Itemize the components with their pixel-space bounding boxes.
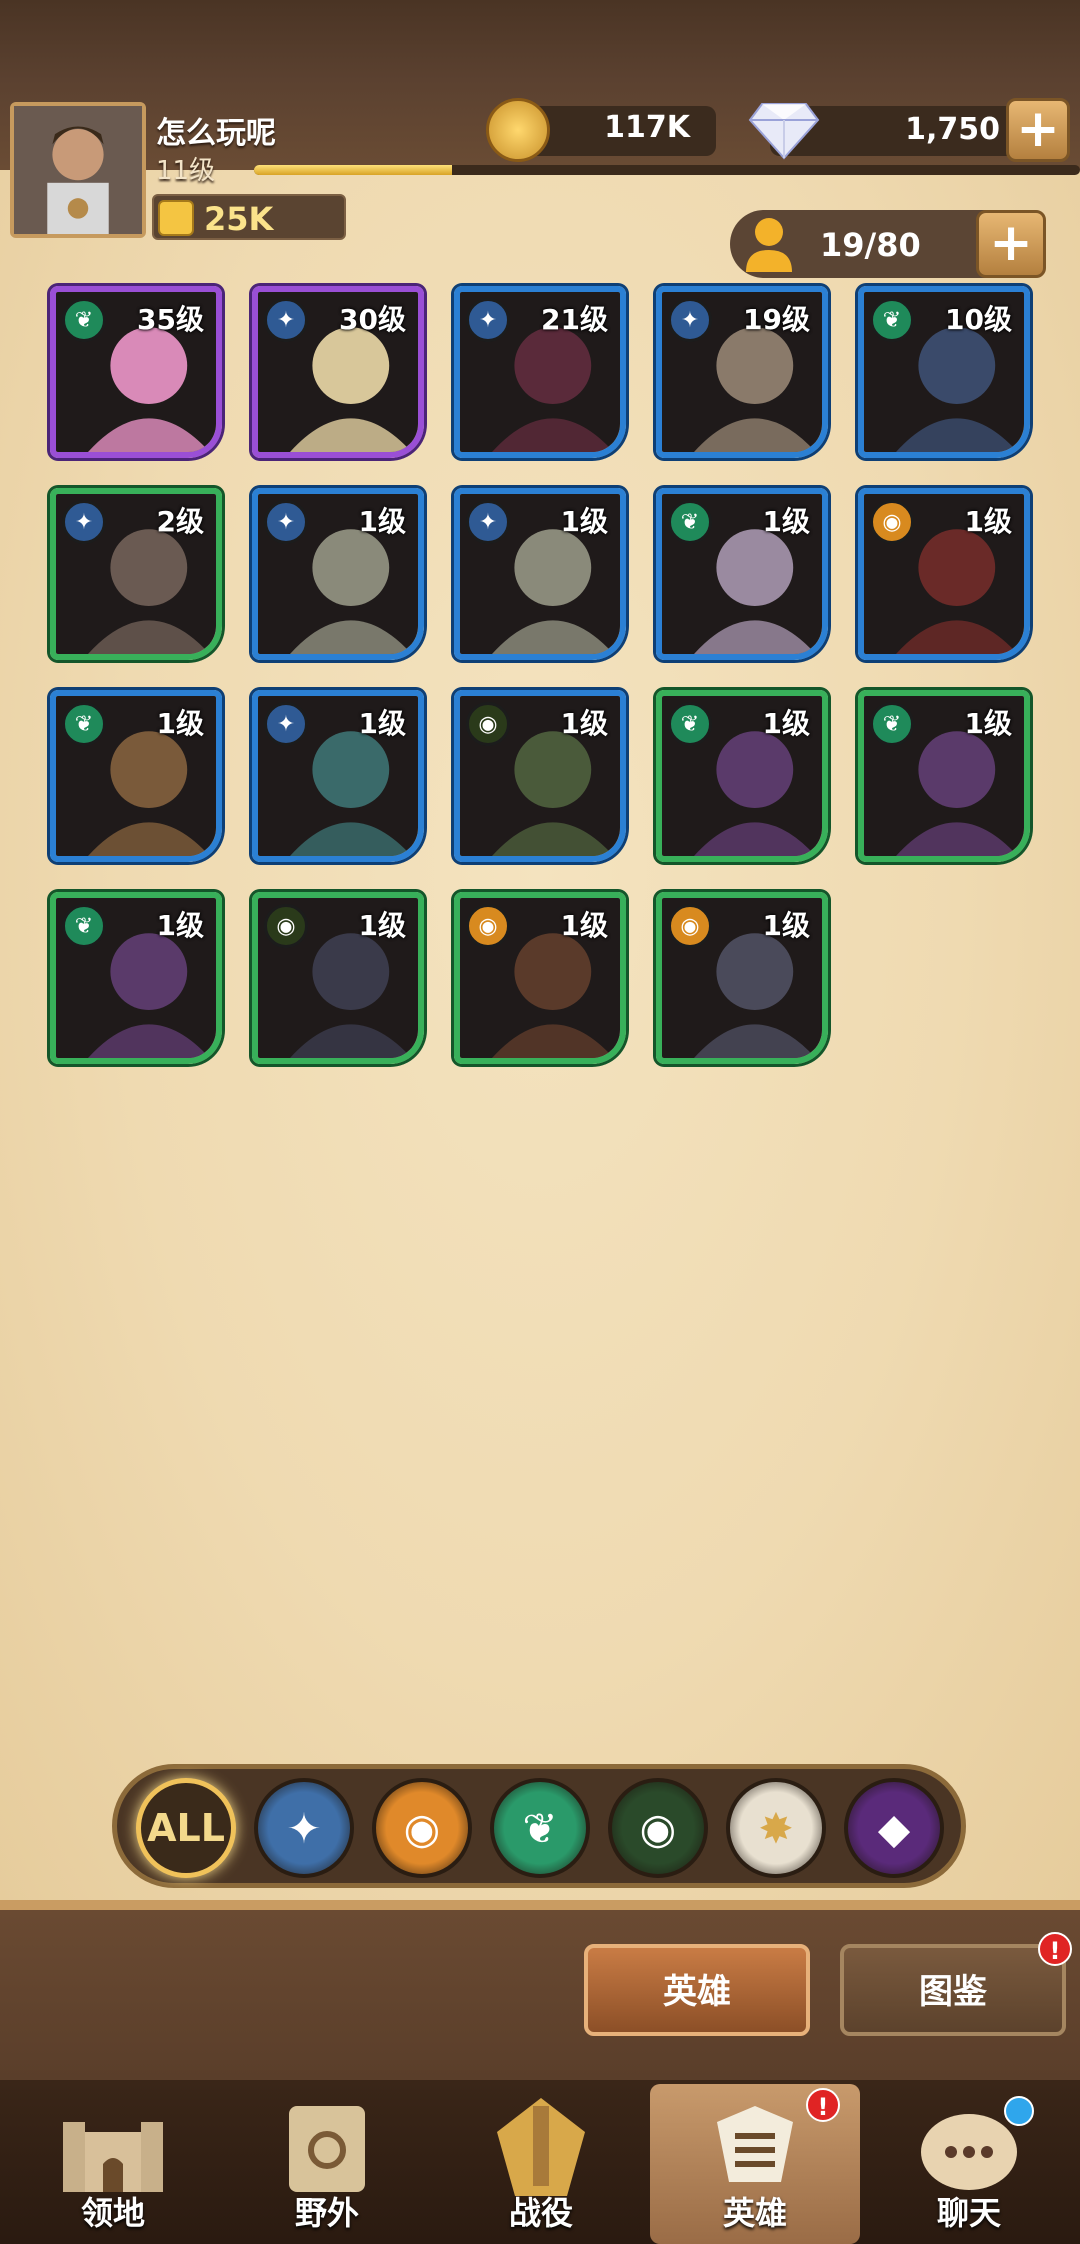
filter-hypogean-button[interactable]: ◆ <box>844 1778 944 1878</box>
hero-level: 1级 <box>560 909 608 942</box>
campaign-icon <box>497 2098 585 2196</box>
hero-level: 35级 <box>137 303 204 336</box>
hero-level: 19级 <box>743 303 810 336</box>
filter-lightbearer-button[interactable]: ✦ <box>254 1778 354 1878</box>
graveborn-faction-icon: ◉ <box>466 702 510 746</box>
hero-card[interactable]: ❦ 1级 <box>50 690 222 862</box>
forest-faction-icon: ❦ <box>870 702 914 746</box>
hero-level: 30级 <box>339 303 406 336</box>
mauler-faction-icon: ◉ <box>870 500 914 544</box>
nav-campaign[interactable]: 战役 <box>436 2084 646 2244</box>
diamond-icon <box>748 103 820 160</box>
tab-codex[interactable]: 图鉴 <box>840 1944 1066 2036</box>
player-level: 11级 <box>156 156 216 186</box>
hero-level: 1级 <box>358 707 406 740</box>
hero-level: 10级 <box>945 303 1012 336</box>
lightbearer-faction-icon: ✦ <box>668 298 712 342</box>
power-display: 25K <box>152 194 346 240</box>
gem-value: 1,750 <box>905 112 1000 147</box>
hero-level: 1级 <box>156 707 204 740</box>
hero-card[interactable]: ❦ 1级 <box>656 690 828 862</box>
expand-hero-slots-button[interactable]: + <box>976 210 1046 278</box>
hero-card[interactable]: ◉ 1级 <box>454 690 626 862</box>
hero-card[interactable]: ✦ 19级 <box>656 286 828 458</box>
hero-level: 2级 <box>156 505 204 538</box>
tab-heroes[interactable]: 英雄 <box>584 1944 810 2036</box>
hero-card[interactable]: ✦ 2级 <box>50 488 222 660</box>
xp-fill <box>254 165 453 175</box>
forest-faction-icon: ❦ <box>668 500 712 544</box>
hero-card[interactable]: ❦ 1级 <box>50 892 222 1064</box>
person-icon <box>746 218 792 272</box>
lightbearer-faction-icon: ✦ <box>264 500 308 544</box>
hero-card[interactable]: ❦ 35级 <box>50 286 222 458</box>
nav-label: 野外 <box>294 2194 359 2232</box>
codex-alert-badge: ! <box>1038 1932 1072 1966</box>
filter-all-button[interactable]: ALL <box>136 1778 236 1878</box>
hero-card[interactable]: ✦ 21级 <box>454 286 626 458</box>
hero-level: 1级 <box>156 909 204 942</box>
hero-card[interactable]: ❦ 1级 <box>858 690 1030 862</box>
hero-card[interactable]: ✦ 1级 <box>252 488 424 660</box>
nav-label: 领地 <box>80 2194 145 2232</box>
forest-faction-icon: ❦ <box>62 298 106 342</box>
heroes-alert-badge: ! <box>806 2088 840 2122</box>
territory-icon <box>63 2122 163 2192</box>
hero-level: 1级 <box>560 505 608 538</box>
forest-faction-icon: ❦ <box>668 702 712 746</box>
nav-label: 英雄 <box>722 2194 787 2232</box>
nav-territory[interactable]: 领地 <box>8 2084 218 2244</box>
nav-wilderness[interactable]: 野外 <box>222 2084 432 2244</box>
hero-card[interactable]: ❦ 1级 <box>656 488 828 660</box>
lightbearer-faction-icon: ✦ <box>466 298 510 342</box>
filter-graveborn-button[interactable]: ◉ <box>608 1778 708 1878</box>
fist-icon <box>158 200 194 236</box>
buy-gems-button[interactable]: + <box>1006 98 1070 162</box>
gold-value: 117K <box>604 110 690 145</box>
forest-faction-icon: ❦ <box>870 298 914 342</box>
hero-card[interactable]: ✦ 1级 <box>454 488 626 660</box>
forest-faction-icon: ❦ <box>62 904 106 948</box>
hero-card[interactable]: ✦ 1级 <box>252 690 424 862</box>
forest-faction-icon: ❦ <box>62 702 106 746</box>
hero-card[interactable]: ✦ 30级 <box>252 286 424 458</box>
player-name: 怎么玩呢 <box>156 116 276 151</box>
hero-level: 1级 <box>964 505 1012 538</box>
hero-level: 1级 <box>358 505 406 538</box>
lightbearer-faction-icon: ✦ <box>264 702 308 746</box>
wilderness-icon <box>289 2106 365 2192</box>
lightbearer-faction-icon: ✦ <box>62 500 106 544</box>
hero-card[interactable]: ◉ 1级 <box>454 892 626 1064</box>
hero-level: 1级 <box>560 707 608 740</box>
hero-count-value: 19/80 <box>820 226 921 264</box>
hero-level: 1级 <box>358 909 406 942</box>
mauler-faction-icon: ◉ <box>668 904 712 948</box>
hero-card[interactable]: ◉ 1级 <box>252 892 424 1064</box>
graveborn-faction-icon: ◉ <box>264 904 308 948</box>
chat-notification-dot <box>1004 2096 1034 2126</box>
player-avatar[interactable] <box>10 102 146 238</box>
nav-heroes[interactable]: 英雄! <box>650 2084 860 2244</box>
hero-card[interactable]: ◉ 1级 <box>656 892 828 1064</box>
xp-bar <box>254 165 1080 175</box>
power-value: 25K <box>204 200 274 238</box>
avatar-portrait-icon <box>14 106 142 234</box>
filter-mauler-button[interactable]: ◉ <box>372 1778 472 1878</box>
heroes-icon <box>717 2106 793 2182</box>
hero-level: 1级 <box>762 909 810 942</box>
mauler-faction-icon: ◉ <box>466 904 510 948</box>
lightbearer-faction-icon: ✦ <box>466 500 510 544</box>
hero-level: 21级 <box>541 303 608 336</box>
hero-card[interactable]: ❦ 10级 <box>858 286 1030 458</box>
nav-label: 聊天 <box>936 2194 1001 2232</box>
nav-label: 战役 <box>508 2194 573 2232</box>
filter-wilder-button[interactable]: ❦ <box>490 1778 590 1878</box>
hero-level: 1级 <box>762 505 810 538</box>
nav-chat[interactable]: 聊天 <box>864 2084 1074 2244</box>
hero-level: 1级 <box>964 707 1012 740</box>
filter-celestial-button[interactable]: ✸ <box>726 1778 826 1878</box>
lightbearer-faction-icon: ✦ <box>264 298 308 342</box>
hero-level: 1级 <box>762 707 810 740</box>
hero-card[interactable]: ◉ 1级 <box>858 488 1030 660</box>
